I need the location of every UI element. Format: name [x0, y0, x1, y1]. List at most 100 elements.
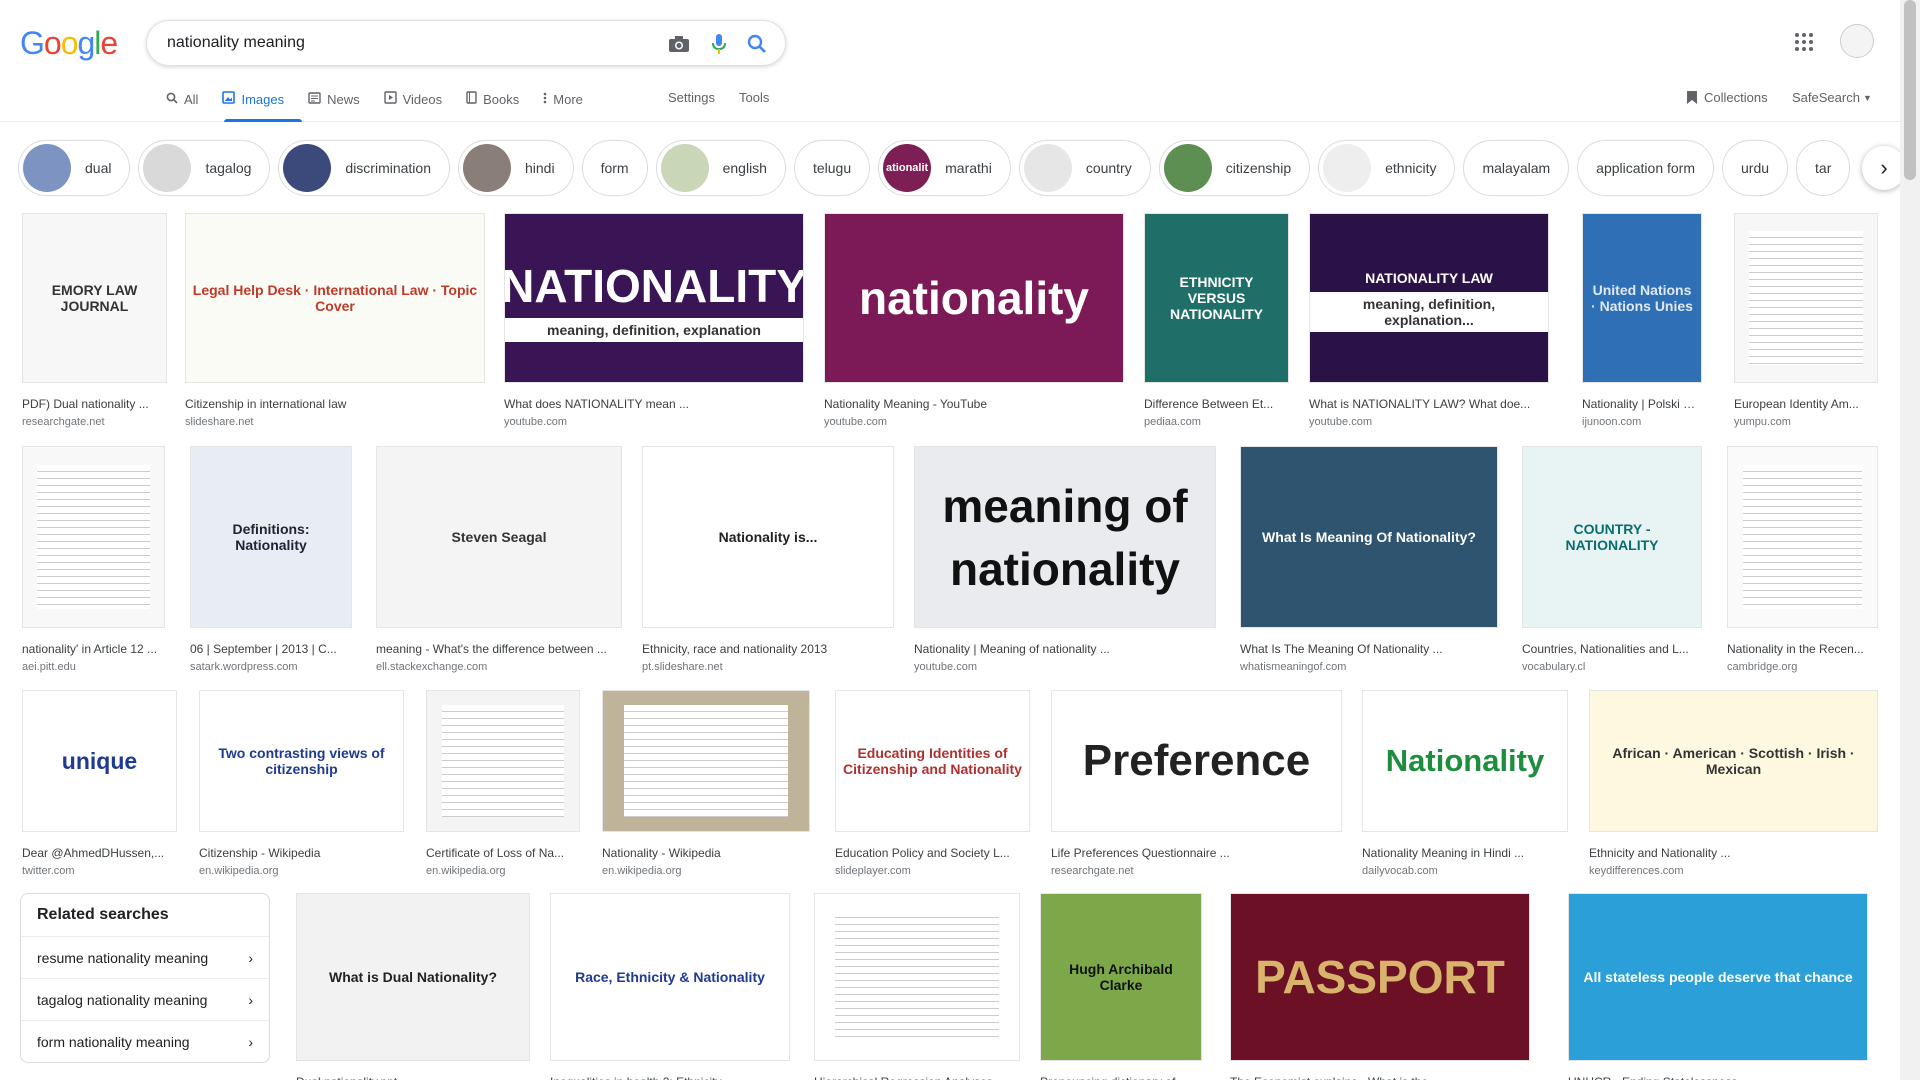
result-source[interactable]: vocabulary.cl	[1522, 661, 1702, 673]
result-thumbnail[interactable]: Nationality	[1362, 690, 1568, 832]
safesearch-dropdown[interactable]: SafeSearch ▼	[1792, 90, 1872, 105]
result-title[interactable]: nationality' in Article 12 ...	[22, 642, 165, 656]
image-result[interactable]: Educating Identities of Citizenship and …	[835, 690, 1030, 877]
search-chip[interactable]: english	[655, 140, 786, 196]
image-result[interactable]: All stateless people deserve that chance…	[1568, 893, 1868, 1080]
image-result[interactable]: Steven Seagal meaning - What's the differ…	[376, 446, 622, 673]
result-source[interactable]: keydifferences.com	[1589, 865, 1878, 877]
result-source[interactable]: youtube.com	[824, 416, 1124, 428]
image-result[interactable]: Legal Help Desk · International Law · To…	[185, 213, 485, 428]
result-source[interactable]: en.wikipedia.org	[426, 865, 580, 877]
image-result[interactable]: Race, Ethnicity & Nationality Inequalitie…	[550, 893, 790, 1080]
result-source[interactable]: twitter.com	[22, 865, 177, 877]
result-thumbnail[interactable]: nationality	[824, 213, 1124, 383]
google-logo[interactable]: Google	[20, 25, 118, 62]
result-source[interactable]: pt.slideshare.net	[642, 661, 894, 673]
image-result[interactable]: What Is Meaning Of Nationality? What Is T…	[1240, 446, 1498, 673]
image-result[interactable]: Hugh Archibald Clarke Pronouncing diction…	[1040, 893, 1202, 1080]
result-title[interactable]: meaning - What's the difference between …	[376, 642, 622, 656]
result-source[interactable]: youtube.com	[504, 416, 804, 428]
result-title[interactable]: Hierarchical Regression Analyses ...	[814, 1075, 1020, 1080]
result-thumbnail[interactable]: meaning of nationality	[914, 446, 1216, 628]
result-title[interactable]: Life Preferences Questionnaire ...	[1051, 846, 1342, 860]
search-icon[interactable]	[745, 33, 769, 55]
result-title[interactable]: Education Policy and Society L...	[835, 846, 1030, 860]
result-title[interactable]: Certificate of Loss of Na...	[426, 846, 580, 860]
image-result[interactable]: COUNTRY - NATIONALITY Countries, National…	[1522, 446, 1702, 673]
result-title[interactable]: Citizenship - Wikipedia	[199, 846, 404, 860]
result-title[interactable]: Ethnicity, race and nationality 2013	[642, 642, 894, 656]
result-thumbnail[interactable]: United Nations · Nations Unies	[1582, 213, 1702, 383]
tab-all[interactable]: All	[166, 88, 198, 110]
tab-news[interactable]: News	[308, 88, 360, 110]
account-avatar[interactable]	[1840, 24, 1874, 58]
result-title[interactable]: What does NATIONALITY mean ...	[504, 397, 804, 411]
result-thumbnail[interactable]: PASSPORT	[1230, 893, 1530, 1061]
result-thumbnail[interactable]: African · American · Scottish · Irish · …	[1589, 690, 1878, 832]
result-title[interactable]: Dual nationality.ppt	[296, 1075, 530, 1080]
tab-videos[interactable]: Videos	[383, 88, 442, 110]
image-result[interactable]: Preference Life Preferences Questionnaire…	[1051, 690, 1342, 877]
result-thumbnail[interactable]	[1734, 213, 1878, 383]
result-title[interactable]: Inequalities in health 2: Ethnicity ...	[550, 1075, 790, 1080]
result-title[interactable]: Ethnicity and Nationality ...	[1589, 846, 1878, 860]
result-source[interactable]: ijunoon.com	[1582, 416, 1702, 428]
result-thumbnail[interactable]: Two contrasting views of citizenship	[199, 690, 404, 832]
image-result[interactable]: What is Dual Nationality? Dual nationalit…	[296, 893, 530, 1080]
result-title[interactable]: Difference Between Et...	[1144, 397, 1289, 411]
result-thumbnail[interactable]: NATIONALITY meaning, definition, explanat…	[504, 213, 804, 383]
search-chip[interactable]: tar	[1796, 140, 1851, 196]
result-thumbnail[interactable]: unique	[22, 690, 177, 832]
search-chip[interactable]: ationalit marathi	[878, 140, 1011, 196]
result-thumbnail[interactable]: Nationality is...	[642, 446, 894, 628]
result-title[interactable]: Nationality Meaning in Hindi ...	[1362, 846, 1568, 860]
result-thumbnail[interactable]: NATIONALITY LAW meaning, definition, expl…	[1309, 213, 1549, 383]
image-result[interactable]: Nationality is... Ethnicity, race and nat…	[642, 446, 894, 673]
image-result[interactable]: Nationality in the Recen... cambridge.org	[1727, 446, 1878, 673]
result-title[interactable]: Nationality in the Recen...	[1727, 642, 1878, 656]
image-result[interactable]: African · American · Scottish · Irish · …	[1589, 690, 1878, 877]
image-result[interactable]: ETHNICITY VERSUS NATIONALITY Difference B…	[1144, 213, 1289, 428]
image-result[interactable]: nationality' in Article 12 ... aei.pitt.e…	[22, 446, 165, 673]
image-result[interactable]: Hierarchical Regression Analyses ...	[814, 893, 1020, 1080]
result-source[interactable]: youtube.com	[914, 661, 1216, 673]
result-title[interactable]: The Economist explains - What is the ...	[1230, 1075, 1530, 1080]
result-source[interactable]: cambridge.org	[1727, 661, 1878, 673]
result-source[interactable]: en.wikipedia.org	[602, 865, 810, 877]
camera-icon[interactable]	[667, 33, 691, 55]
image-result[interactable]: PASSPORT The Economist explains - What is…	[1230, 893, 1530, 1080]
result-source[interactable]: en.wikipedia.org	[199, 865, 404, 877]
image-result[interactable]: Nationality Nationality Meaning in Hindi …	[1362, 690, 1568, 877]
result-thumbnail[interactable]	[602, 690, 810, 832]
result-thumbnail[interactable]	[1727, 446, 1878, 628]
image-result[interactable]: meaning of nationality Nationality | Meani…	[914, 446, 1216, 673]
search-chip[interactable]: urdu	[1722, 140, 1789, 196]
image-result[interactable]: NATIONALITY LAW meaning, definition, expl…	[1309, 213, 1549, 428]
tab-images[interactable]: Images	[222, 88, 284, 110]
result-title[interactable]: Pronouncing dictionary of ...	[1040, 1075, 1202, 1080]
related-search-item[interactable]: form nationality meaning ›	[21, 1020, 269, 1062]
tab-books[interactable]: Books	[466, 88, 519, 110]
search-chip[interactable]: dual	[18, 140, 131, 196]
result-title[interactable]: Dear @AhmedDHussen,...	[22, 846, 177, 860]
result-source[interactable]: ell.stackexchange.com	[376, 661, 622, 673]
image-result[interactable]: Two contrasting views of citizenship Citi…	[199, 690, 404, 877]
search-chip[interactable]: country	[1018, 140, 1151, 196]
result-thumbnail[interactable]: COUNTRY - NATIONALITY	[1522, 446, 1702, 628]
result-title[interactable]: Nationality | Polski Me...	[1582, 397, 1702, 411]
search-chip[interactable]: telugu	[793, 140, 871, 196]
result-thumbnail[interactable]: ETHNICITY VERSUS NATIONALITY	[1144, 213, 1289, 383]
tools-link[interactable]: Tools	[739, 90, 769, 105]
result-title[interactable]: Citizenship in international law	[185, 397, 485, 411]
image-result[interactable]: unique Dear @AhmedDHussen,... twitter.com	[22, 690, 177, 877]
search-chip[interactable]: malayalam	[1463, 140, 1570, 196]
search-chip[interactable]: hindi	[458, 140, 574, 196]
result-title[interactable]: Nationality - Wikipedia	[602, 846, 810, 860]
related-search-item[interactable]: tagalog nationality meaning ›	[21, 978, 269, 1020]
result-source[interactable]: youtube.com	[1309, 416, 1549, 428]
result-thumbnail[interactable]: Legal Help Desk · International Law · To…	[185, 213, 485, 383]
result-thumbnail[interactable]: Educating Identities of Citizenship and …	[835, 690, 1030, 832]
result-title[interactable]: Countries, Nationalities and L...	[1522, 642, 1702, 656]
scrollbar-thumb[interactable]	[1904, 0, 1916, 180]
result-thumbnail[interactable]: What is Dual Nationality?	[296, 893, 530, 1061]
